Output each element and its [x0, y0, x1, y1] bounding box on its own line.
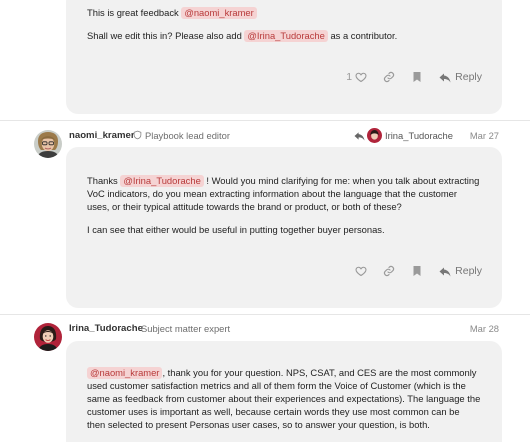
- post-2-username[interactable]: naomi_kramer: [69, 130, 135, 141]
- reply-to-indicator[interactable]: Irina_Tudorache: [354, 128, 453, 143]
- post-3-username[interactable]: Irina_Tudorache: [69, 323, 143, 334]
- post-3-body: @naomi_kramer, thank you for your questi…: [66, 341, 502, 442]
- post-2-user-title: Playbook lead editor: [145, 130, 230, 141]
- post-3-user-title: Subject matter expert: [141, 323, 231, 334]
- post-2-date[interactable]: Mar 27: [470, 130, 499, 141]
- reply-button[interactable]: Reply: [439, 265, 482, 277]
- post-2-para-2: I can see that either would be useful in…: [87, 224, 385, 235]
- reply-arrow-icon: [439, 73, 451, 82]
- mention-naomi-kramer[interactable]: @naomi_kramer: [181, 7, 257, 19]
- like-button[interactable]: 1: [346, 71, 367, 83]
- heart-icon: [355, 72, 367, 83]
- heart-icon: [355, 266, 367, 277]
- post-divider: [0, 314, 530, 315]
- avatar-naomi-image: [34, 130, 62, 158]
- mention-irina-tudorache[interactable]: @Irina_Tudorache: [244, 30, 328, 42]
- post-2-body: Thanks @Irina_Tudorache ! Would you mind…: [66, 147, 502, 308]
- like-button[interactable]: [355, 265, 367, 277]
- shield-icon: [133, 130, 142, 143]
- post-divider: [0, 120, 530, 121]
- post-1-body: This is great feedback @naomi_kramer Sha…: [66, 0, 502, 114]
- mention-irina-tudorache[interactable]: @Irina_Tudorache: [120, 175, 204, 187]
- avatar-irina-tudorache[interactable]: [34, 323, 62, 351]
- post-1-line-1: This is great feedback @naomi_kramer: [87, 6, 486, 19]
- post-1-actions: 1 Reply: [346, 70, 482, 84]
- reply-to-arrow-icon: [354, 131, 365, 141]
- copy-link-button[interactable]: [383, 71, 395, 83]
- post-2-para-1: Thanks @Irina_Tudorache ! Would you mind…: [87, 175, 480, 212]
- bookmark-button[interactable]: [411, 71, 423, 83]
- reply-arrow-icon: [439, 267, 451, 276]
- reply-button[interactable]: Reply: [439, 71, 482, 83]
- post-3-paragraph: @naomi_kramer, thank you for your questi…: [87, 367, 481, 430]
- bookmark-icon: [413, 72, 421, 82]
- bookmark-icon: [413, 266, 421, 276]
- like-count: 1: [346, 71, 353, 83]
- post-2-actions: Reply: [355, 264, 482, 278]
- mention-naomi-kramer[interactable]: @naomi_kramer: [87, 367, 163, 379]
- post-3-date[interactable]: Mar 28: [470, 323, 499, 334]
- reply-to-avatar: [367, 128, 382, 143]
- avatar-naomi-kramer[interactable]: [34, 130, 62, 158]
- post-1-line-2: Shall we edit this in? Please also add @…: [87, 30, 398, 42]
- avatar-irina-image: [34, 323, 62, 351]
- copy-link-button[interactable]: [383, 265, 395, 277]
- link-icon: [384, 71, 395, 83]
- bookmark-button[interactable]: [411, 265, 423, 277]
- reply-to-username: Irina_Tudorache: [385, 130, 453, 141]
- link-icon: [384, 265, 395, 277]
